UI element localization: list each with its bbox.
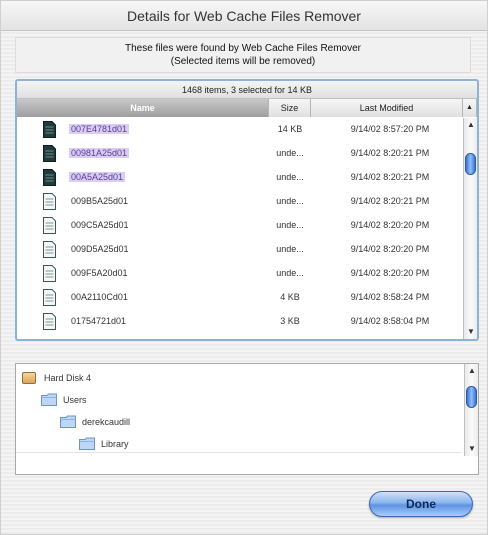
folder-icon <box>79 437 95 450</box>
document-dark-icon <box>43 145 56 162</box>
document-icon <box>43 193 56 210</box>
table-row[interactable]: 009C5A25d01 unde... 9/14/02 8:20:20 PM <box>17 214 463 238</box>
file-name: 00981A25d01 <box>69 148 130 158</box>
column-header-last-modified[interactable]: Last Modified <box>311 99 463 117</box>
notice-line-1: These files were found by Web Cache File… <box>124 43 362 54</box>
document-icon <box>43 265 56 282</box>
file-modified: 9/14/02 8:57:20 PM <box>350 124 430 134</box>
tree-divider <box>16 452 462 453</box>
document-icon <box>43 241 56 258</box>
window-title: Details for Web Cache Files Remover <box>1 1 487 31</box>
table-row[interactable]: 01754721d01 3 KB 9/14/02 8:58:04 PM <box>17 310 463 334</box>
file-size: unde... <box>276 196 304 206</box>
file-modified: 9/14/02 8:20:20 PM <box>350 268 430 278</box>
table-row[interactable]: 00A2110Cd01 4 KB 9/14/02 8:58:24 PM <box>17 286 463 310</box>
file-size: unde... <box>276 244 304 254</box>
document-icon <box>43 313 56 330</box>
file-size: unde... <box>276 220 304 230</box>
file-name: 007E4781d01 <box>69 124 130 134</box>
sort-order-icon[interactable]: ▲ <box>463 99 477 117</box>
path-tree-panel[interactable]: Hard Disk 4 Users derekcaudill Library ▲ ▼ <box>15 363 479 475</box>
file-modified: 9/14/02 8:20:21 PM <box>350 172 430 182</box>
file-size: 4 KB <box>280 292 300 302</box>
file-size: 14 KB <box>277 124 303 134</box>
folder-icon <box>60 415 76 428</box>
document-icon <box>43 289 56 306</box>
file-rows: 007E4781d01 14 KB 9/14/02 8:57:20 PM 00981A… <box>17 118 463 339</box>
tree-scroll-up-arrow-icon[interactable]: ▲ <box>465 364 478 378</box>
tree-item-label: Users <box>63 395 87 405</box>
document-dark-icon <box>43 121 56 138</box>
table-row[interactable]: 00981A25d01 unde... 9/14/02 8:20:21 PM <box>17 142 463 166</box>
file-modified: 9/14/02 8:58:24 PM <box>350 292 430 302</box>
tree-item-label: derekcaudill <box>82 417 131 427</box>
file-name: 009F5A20d01 <box>71 268 128 278</box>
tree-item[interactable]: Users <box>41 390 241 410</box>
path-tree-scroll-thumb[interactable] <box>466 386 477 409</box>
table-row[interactable]: 009D5A25d01 unde... 9/14/02 8:20:20 PM <box>17 238 463 262</box>
tree-item-label: Library <box>101 439 129 449</box>
document-dark-icon <box>43 169 56 186</box>
file-size: unde... <box>276 148 304 158</box>
tree-item-label: Hard Disk 4 <box>44 373 92 383</box>
tree-item[interactable]: Library <box>79 434 279 454</box>
tree-item[interactable]: Hard Disk 4 <box>22 368 222 388</box>
file-name: 00A5A25d01 <box>69 172 126 182</box>
file-modified: 9/14/02 8:20:20 PM <box>350 220 430 230</box>
file-list-panel[interactable]: 1468 items, 3 selected for 14 KB Name Si… <box>15 79 479 341</box>
file-size: unde... <box>276 268 304 278</box>
file-modified: 9/14/02 8:20:21 PM <box>350 196 430 206</box>
scroll-down-arrow-icon[interactable]: ▼ <box>464 325 477 339</box>
hard-disk-icon <box>22 372 36 384</box>
scroll-up-arrow-icon[interactable]: ▲ <box>464 118 477 132</box>
file-size: unde... <box>276 172 304 182</box>
tree-item[interactable]: derekcaudill <box>60 412 260 432</box>
file-name: 01754721d01 <box>71 316 127 326</box>
file-name: 009C5A25d01 <box>71 220 129 230</box>
file-modified: 9/14/02 8:20:20 PM <box>350 244 430 254</box>
tree-scroll-down-arrow-icon[interactable]: ▼ <box>465 442 478 456</box>
column-headers: Name Size Last Modified ▲ <box>17 99 477 117</box>
details-window: Details for Web Cache Files Remover Thes… <box>0 0 488 535</box>
folder-icon <box>41 393 57 406</box>
file-size: 3 KB <box>280 316 300 326</box>
file-modified: 9/14/02 8:58:04 PM <box>350 316 430 326</box>
notice-line-2: (Selected items will be removed) <box>170 56 316 67</box>
path-tree-scrollbar[interactable]: ▲ ▼ <box>464 364 478 456</box>
document-icon <box>43 217 56 234</box>
file-name: 00A2110Cd01 <box>71 292 128 302</box>
table-row[interactable]: 007E4781d01 14 KB 9/14/02 8:57:20 PM <box>17 118 463 142</box>
file-list-scroll-thumb[interactable] <box>465 152 476 175</box>
notice-box: These files were found by Web Cache File… <box>15 37 471 73</box>
column-header-name[interactable]: Name <box>17 99 269 117</box>
table-row[interactable]: 00A5A25d01 unde... 9/14/02 8:20:21 PM <box>17 166 463 190</box>
file-name: 009B5A25d01 <box>71 196 129 206</box>
column-header-size[interactable]: Size <box>269 99 311 117</box>
file-list-scrollbar[interactable]: ▲ ▼ <box>463 118 477 339</box>
file-modified: 9/14/02 8:20:21 PM <box>350 148 430 158</box>
file-list-summary: 1468 items, 3 selected for 14 KB <box>17 81 477 99</box>
table-row[interactable]: 009F5A20d01 unde... 9/14/02 8:20:20 PM <box>17 262 463 286</box>
table-row[interactable]: 009B5A25d01 unde... 9/14/02 8:20:21 PM <box>17 190 463 214</box>
done-button[interactable]: Done <box>369 491 473 517</box>
file-name: 009D5A25d01 <box>71 244 129 254</box>
